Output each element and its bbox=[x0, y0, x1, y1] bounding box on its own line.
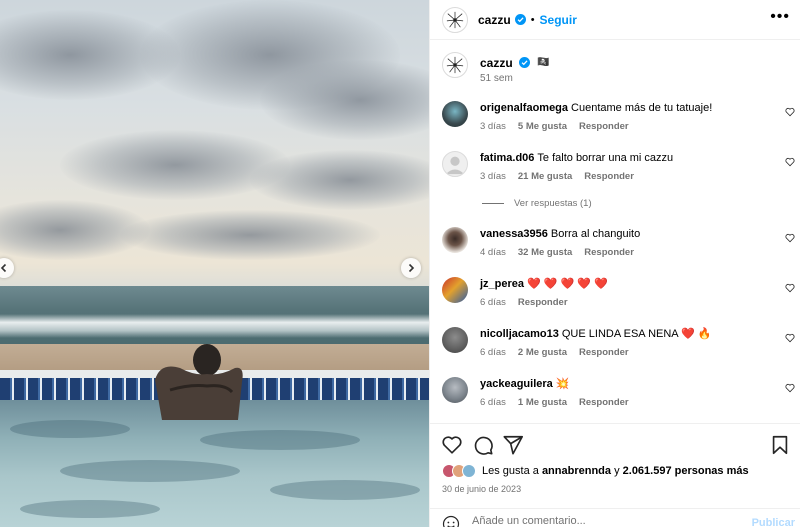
heart-icon[interactable] bbox=[785, 383, 795, 393]
chevron-right-icon bbox=[408, 263, 415, 273]
likes-connector: y bbox=[614, 465, 620, 477]
post-panel: cazzu • Seguir ••• cazzu 🏴‍☠️ 51 sem ori… bbox=[429, 0, 800, 527]
publish-button[interactable]: Publicar bbox=[752, 517, 795, 527]
comment-text: 💥 bbox=[555, 378, 570, 390]
avatar[interactable] bbox=[442, 101, 468, 127]
avatar[interactable] bbox=[462, 464, 476, 478]
reply-button[interactable]: Responder bbox=[584, 247, 634, 258]
reply-button[interactable]: Responder bbox=[584, 171, 634, 182]
post-photo[interactable] bbox=[0, 0, 429, 527]
comment-text: QUE LINDA ESA NENA ❤️ 🔥 bbox=[561, 328, 712, 340]
replies-divider bbox=[482, 203, 504, 204]
cloud bbox=[120, 210, 380, 260]
heart-icon[interactable] bbox=[785, 283, 795, 293]
reply-button[interactable]: Responder bbox=[518, 297, 568, 308]
chevron-left-icon bbox=[0, 263, 7, 273]
heart-icon[interactable] bbox=[785, 107, 795, 117]
comment-likes[interactable]: 32 Me gusta bbox=[518, 247, 572, 258]
comment-time[interactable]: 6 días bbox=[480, 297, 506, 308]
bookmark-icon[interactable] bbox=[769, 434, 791, 456]
person-figure bbox=[155, 344, 243, 420]
send-icon[interactable] bbox=[502, 434, 524, 456]
comment-icon[interactable] bbox=[472, 434, 494, 456]
comment-text: Te falto borrar una mi cazzu bbox=[537, 152, 674, 164]
avatar[interactable] bbox=[442, 277, 468, 303]
separator-dot: • bbox=[530, 13, 535, 26]
comment-username[interactable]: origenalfaomega bbox=[480, 102, 568, 114]
likes-prefix: Les gusta a bbox=[482, 465, 539, 477]
avatar[interactable] bbox=[442, 6, 468, 33]
comment-composer: Publicar bbox=[430, 508, 800, 527]
likes-count-link[interactable]: 2.061.597 personas más bbox=[623, 465, 749, 477]
spider-logo-icon bbox=[446, 56, 464, 74]
likes-summary: Les gusta a annabrennda y 2.061.597 pers… bbox=[442, 464, 749, 478]
likes-user-link[interactable]: annabrennda bbox=[542, 465, 611, 477]
comment-text: ❤️ ❤️ ❤️ ❤️ ❤️ bbox=[527, 278, 608, 290]
avatar[interactable] bbox=[442, 227, 468, 253]
more-options-icon[interactable]: ••• bbox=[770, 9, 790, 25]
follow-button[interactable]: Seguir bbox=[540, 13, 577, 27]
cloud bbox=[250, 150, 429, 210]
default-avatar-icon bbox=[445, 156, 465, 175]
avatar[interactable] bbox=[442, 151, 468, 177]
heart-icon[interactable] bbox=[785, 157, 795, 167]
comment-likes[interactable]: 2 Me gusta bbox=[518, 347, 567, 358]
comment-username[interactable]: nicolljacamo13 bbox=[480, 328, 559, 340]
comment-username[interactable]: fatima.d06 bbox=[480, 152, 534, 164]
view-replies-label: Ver respuestas (1) bbox=[514, 198, 592, 209]
spider-logo-icon bbox=[446, 11, 464, 28]
comment-time[interactable]: 6 días bbox=[480, 347, 506, 358]
reply-button[interactable]: Responder bbox=[579, 347, 629, 358]
wave bbox=[0, 314, 429, 338]
heart-icon[interactable] bbox=[441, 434, 463, 456]
comment-username[interactable]: jz_perea bbox=[480, 278, 524, 290]
post-date[interactable]: 30 de junio de 2023 bbox=[442, 484, 521, 494]
post-header: cazzu • Seguir ••• bbox=[430, 0, 800, 40]
comment-time[interactable]: 3 días bbox=[480, 171, 506, 182]
cloud bbox=[260, 60, 429, 140]
caption-username[interactable]: cazzu bbox=[480, 56, 513, 70]
prev-photo-button[interactable] bbox=[0, 258, 14, 278]
smiley-icon[interactable] bbox=[442, 515, 460, 527]
comment-time[interactable]: 6 días bbox=[480, 397, 506, 408]
comment-time[interactable]: 3 días bbox=[480, 121, 506, 132]
comment-likes[interactable]: 21 Me gusta bbox=[518, 171, 572, 182]
avatar[interactable] bbox=[442, 327, 468, 353]
heart-icon[interactable] bbox=[785, 333, 795, 343]
username-link[interactable]: cazzu bbox=[478, 13, 511, 27]
verified-badge-icon bbox=[519, 57, 530, 68]
avatar[interactable] bbox=[442, 377, 468, 403]
comment-likes[interactable]: 1 Me gusta bbox=[518, 397, 567, 408]
caption-text: 🏴‍☠️ bbox=[537, 57, 550, 68]
heart-icon[interactable] bbox=[785, 233, 795, 243]
comment-text: Cuentame más de tu tatuaje! bbox=[571, 102, 713, 114]
view-replies-button[interactable]: Ver respuestas (1) bbox=[482, 198, 592, 209]
reply-button[interactable]: Responder bbox=[579, 397, 629, 408]
comment-username[interactable]: vanessa3956 bbox=[480, 228, 548, 240]
avatar[interactable] bbox=[442, 52, 468, 78]
post-actions: Les gusta a annabrennda y 2.061.597 pers… bbox=[430, 423, 800, 527]
comment-time[interactable]: 4 días bbox=[480, 247, 506, 258]
caption-time[interactable]: 51 sem bbox=[480, 73, 513, 84]
comment-likes[interactable]: 5 Me gusta bbox=[518, 121, 567, 132]
comment-username[interactable]: yackeaguilera bbox=[480, 378, 553, 390]
comment-text: Borra al changuito bbox=[550, 228, 641, 240]
reply-button[interactable]: Responder bbox=[579, 121, 629, 132]
verified-badge-icon bbox=[514, 14, 526, 25]
comment-input[interactable] bbox=[472, 515, 722, 527]
next-photo-button[interactable] bbox=[401, 258, 421, 278]
